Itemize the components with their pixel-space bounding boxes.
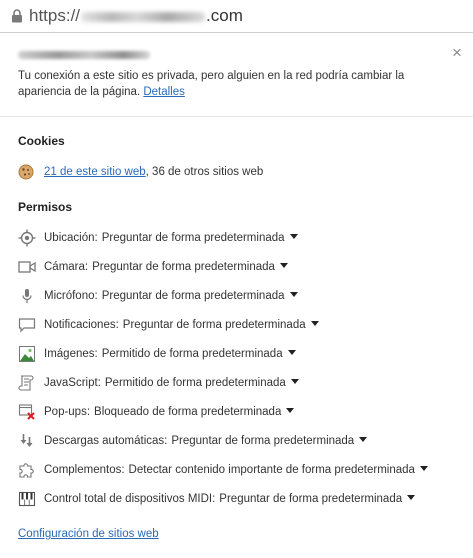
permission-label: Imágenes: xyxy=(44,348,98,360)
cookie-icon xyxy=(18,164,34,180)
permission-label: Notificaciones: xyxy=(44,319,119,331)
dropdown-arrow-icon xyxy=(287,350,296,356)
permissions-title: Permisos xyxy=(18,200,73,214)
permission-value: Preguntar de forma predeterminada xyxy=(101,232,285,244)
permission-value: Preguntar de forma predeterminada xyxy=(101,290,285,302)
details-link[interactable]: Detalles xyxy=(143,86,185,98)
dropdown-arrow-icon xyxy=(359,437,368,443)
permission-value: Preguntar de forma predeterminada xyxy=(92,261,275,273)
permission-popups: Pop-ups: Bloqueado de forma predetermina… xyxy=(18,402,295,422)
permission-label: Ubicación: xyxy=(44,232,98,244)
dropdown-arrow-icon xyxy=(310,321,319,327)
permission-dropdown[interactable]: Preguntar de forma predeterminada xyxy=(123,319,319,331)
connection-message: Tu conexión a este sitio es privada, per… xyxy=(18,70,405,98)
permission-label: Pop-ups: xyxy=(44,406,91,418)
permission-label: JavaScript: xyxy=(44,377,101,389)
close-icon[interactable]: × xyxy=(449,44,465,61)
download-icon xyxy=(18,432,36,450)
permission-label: Complementos: xyxy=(44,464,125,476)
permission-value: Preguntar de forma predeterminada xyxy=(122,319,306,331)
permission-label: Micrófono: xyxy=(44,290,98,302)
permission-label: Descargas automáticas: xyxy=(44,435,168,447)
images-icon xyxy=(18,345,36,363)
permission-notifications: Notificaciones: Preguntar de forma prede… xyxy=(18,315,319,335)
dropdown-arrow-icon xyxy=(290,379,299,385)
permission-dropdown[interactable]: Preguntar de forma predeterminada xyxy=(102,290,298,302)
permission-label: Control total de dispositivos MIDI: xyxy=(44,493,216,505)
popups-blocked-icon xyxy=(18,403,36,421)
divider xyxy=(0,116,473,117)
permission-midi: Control total de dispositivos MIDI: Preg… xyxy=(18,489,416,509)
permission-plugins: Complementos: Detectar contenido importa… xyxy=(18,460,428,480)
redacted-site-name xyxy=(18,51,150,59)
permission-dropdown[interactable]: Permitido de forma predeterminada xyxy=(102,348,296,360)
microphone-icon xyxy=(18,287,36,305)
url-domain-suffix: .com xyxy=(206,6,243,25)
cookies-site-link[interactable]: 21 de este sitio web xyxy=(44,166,146,178)
redacted-host xyxy=(81,11,206,22)
permission-dropdown[interactable]: Permitido de forma predeterminada xyxy=(105,377,299,389)
permission-location: Ubicación: Preguntar de forma predetermi… xyxy=(18,228,298,248)
notifications-icon xyxy=(18,316,36,334)
cookies-row: 21 de este sitio web, 36 de otros sitios… xyxy=(18,163,263,181)
permission-dropdown[interactable]: Preguntar de forma predeterminada xyxy=(219,493,416,505)
dropdown-arrow-icon xyxy=(407,495,416,501)
cookies-other-count: , 36 de otros sitios web xyxy=(145,166,264,178)
permission-dropdown[interactable]: Bloqueado de forma predeterminada xyxy=(94,406,295,418)
permission-dropdown[interactable]: Detectar contenido importante de forma p… xyxy=(129,464,428,476)
url-text[interactable]: https:// .com xyxy=(29,6,243,26)
dropdown-arrow-icon xyxy=(419,466,428,472)
permission-dropdown[interactable]: Preguntar de forma predeterminada xyxy=(102,232,298,244)
page-info-bubble: × Tu conexión a este sitio es privada, p… xyxy=(0,33,473,558)
permission-dropdown[interactable]: Preguntar de forma predeterminada xyxy=(92,261,288,273)
puzzle-icon xyxy=(18,461,36,479)
dropdown-arrow-icon xyxy=(289,292,298,298)
midi-piano-icon xyxy=(18,490,36,508)
site-settings-link[interactable]: Configuración de sitios web xyxy=(18,528,159,540)
permission-value: Detectar contenido importante de forma p… xyxy=(128,464,415,476)
permission-images: Imágenes: Permitido de forma predetermin… xyxy=(18,344,296,364)
cookies-title: Cookies xyxy=(18,134,65,148)
connection-status-text: Tu conexión a este sitio es privada, per… xyxy=(18,68,458,100)
permission-camera: Cámara: Preguntar de forma predeterminad… xyxy=(18,257,288,277)
dropdown-arrow-icon xyxy=(279,263,288,269)
lock-icon[interactable] xyxy=(11,9,23,23)
javascript-icon xyxy=(18,374,36,392)
url-scheme: https:// xyxy=(29,6,81,25)
permission-value: Permitido de forma predeterminada xyxy=(104,377,286,389)
permission-javascript: JavaScript: Permitido de forma predeterm… xyxy=(18,373,299,393)
permission-label: Cámara: xyxy=(44,261,89,273)
permission-value: Preguntar de forma predeterminada xyxy=(171,435,355,447)
dropdown-arrow-icon xyxy=(286,408,295,414)
permission-dropdown[interactable]: Preguntar de forma predeterminada xyxy=(171,435,368,447)
dropdown-arrow-icon xyxy=(289,234,298,240)
camera-icon xyxy=(18,258,36,276)
permission-value: Preguntar de forma predeterminada xyxy=(219,493,403,505)
location-icon xyxy=(18,229,36,247)
permission-automatic-downloads: Descargas automáticas: Preguntar de form… xyxy=(18,431,368,451)
permission-value: Permitido de forma predeterminada xyxy=(101,348,283,360)
permission-value: Bloqueado de forma predeterminada xyxy=(94,406,282,418)
omnibox[interactable]: https:// .com xyxy=(0,0,473,33)
permission-microphone: Micrófono: Preguntar de forma predetermi… xyxy=(18,286,298,306)
